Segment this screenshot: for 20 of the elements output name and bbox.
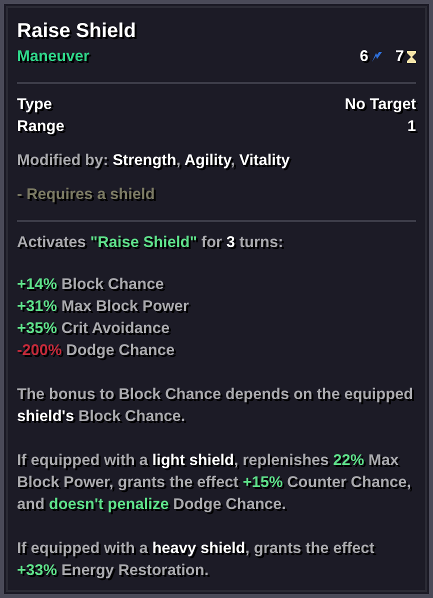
effect-line: +35% Crit Avoidance [17,319,171,339]
skill-category: Maneuver [17,47,90,67]
property-value: No Target [344,95,416,115]
hourglass-icon [407,51,416,63]
effect-line: +31% Max Block Power [17,297,190,317]
requirement-text: - Requires a shield [17,185,156,205]
lightning-icon [371,51,384,63]
activation-text: Activates "Raise Shield" for 3 turns: [17,233,284,253]
effect-line: +14% Block Chance [17,275,165,295]
modifiers-text: Modified by: Strength, Agility, Vitality [17,151,291,171]
skill-title: Raise Shield [17,19,137,44]
property-value: 1 [407,117,416,137]
description-paragraph: The bonus to Block Chance depends on the equipped shield's Block Chance. [17,385,414,427]
cost-value: 7 [395,47,404,67]
property-label: Range [17,117,64,137]
cost-value: 6 [360,47,368,67]
description-paragraph: If equipped with a light shield, replenishes 22% Max Block Power, grants the effect +15% Counter Chance, and doesn't penalize Dodge Chance. [17,451,412,515]
property-label: Type [17,95,52,115]
effect-line: -200% Dodge Chance [17,341,176,361]
description-paragraph: If equipped with a heavy shield, grants the effect +33% Energy Restoration. [17,539,376,581]
